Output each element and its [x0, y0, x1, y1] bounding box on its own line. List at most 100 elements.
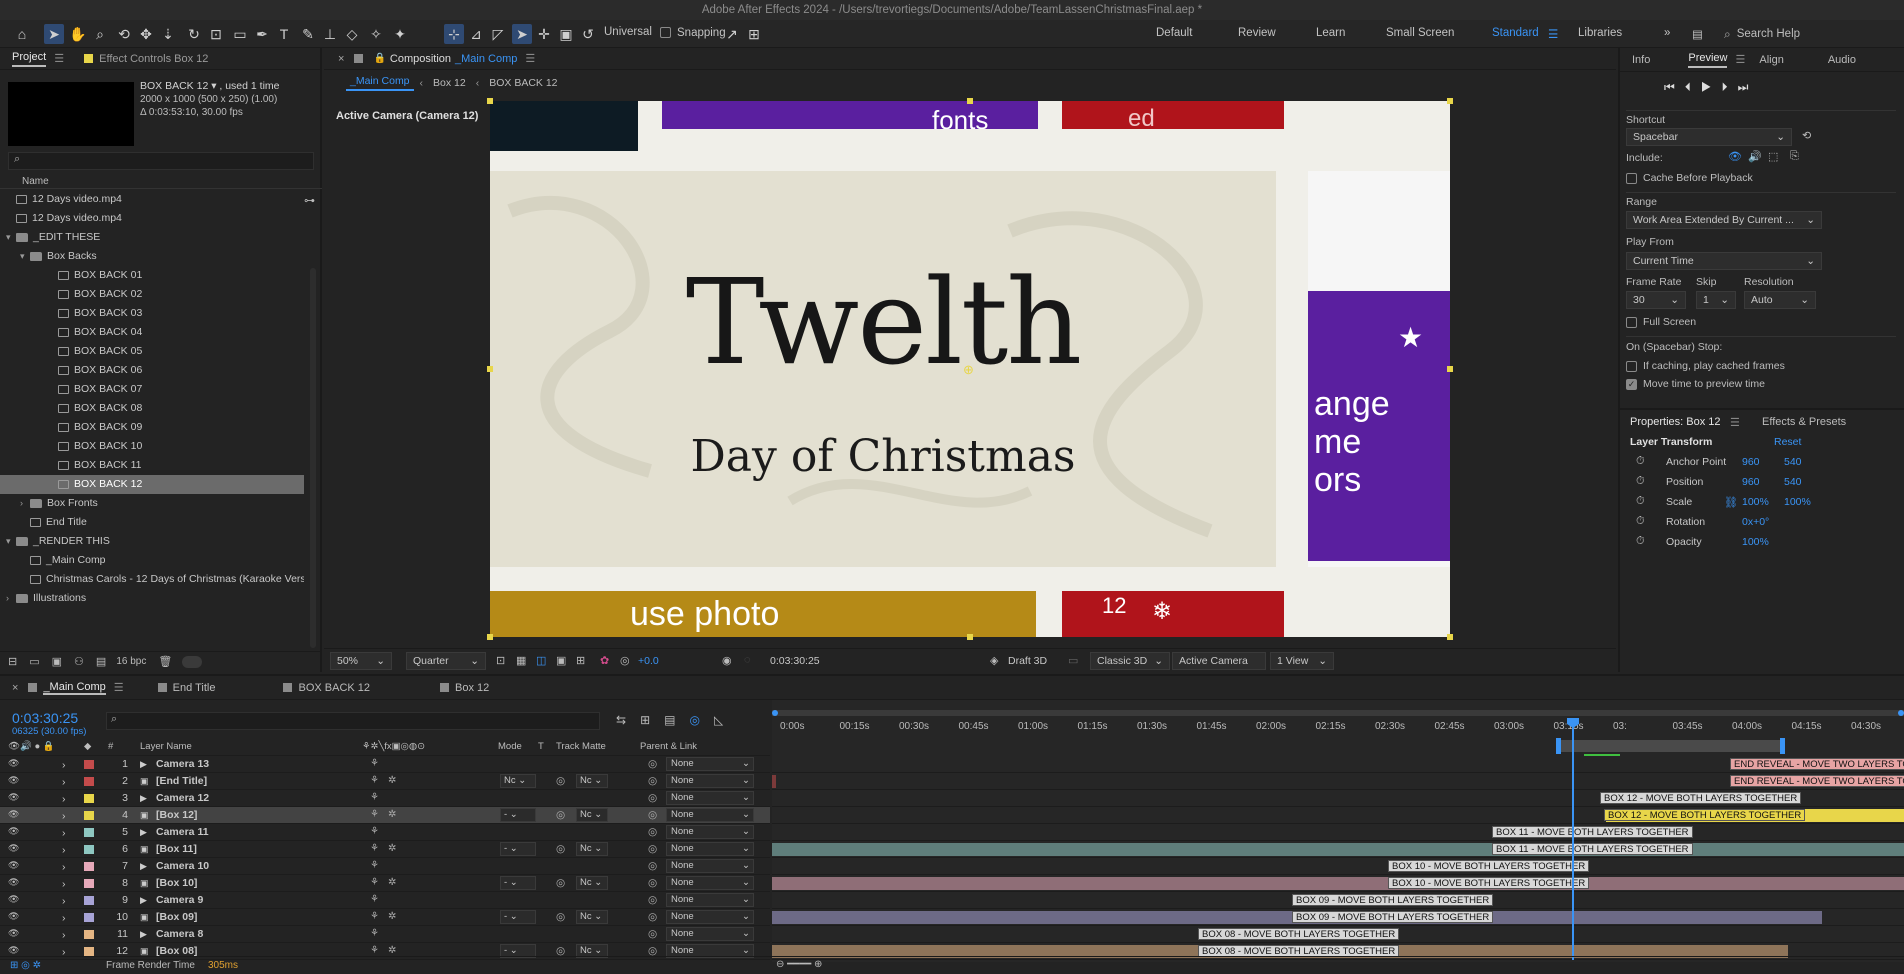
zoom-dropdown[interactable]: 50% ⌄	[330, 652, 392, 670]
render-time-toggle-icon[interactable]: ⊞ ◎ ✲	[10, 960, 41, 971]
workspace-small-screen[interactable]: Small Screen	[1386, 27, 1454, 39]
track-matte-dropdown[interactable]: Nc ⌄	[576, 842, 608, 856]
parent-pickwhip-icon[interactable]: ◎	[648, 809, 657, 821]
tab-effect-controls[interactable]: Effect Controls Box 12	[99, 53, 208, 65]
shy-switch-icon[interactable]: ⚘	[370, 758, 379, 769]
handle-icon[interactable]	[1447, 366, 1453, 372]
project-item[interactable]: BOX BACK 08	[0, 399, 304, 418]
project-item[interactable]: ▾ _RENDER THIS	[0, 532, 304, 551]
layer-name[interactable]: Camera 11	[156, 826, 209, 838]
puppet-pin-icon[interactable]: ✦	[390, 24, 410, 44]
parent-pickwhip-icon[interactable]: ◎	[648, 894, 657, 906]
frame-blending-icon[interactable]: ▤	[664, 713, 689, 727]
layer-row[interactable]: 👁 › 10 ▣ [Box 09] ⚘ ✲ - ⌄ ◎ Nc ⌄ ◎ None ⌄	[0, 909, 770, 926]
shy-switch-icon[interactable]: ⚘	[370, 826, 379, 837]
layer-name[interactable]: Camera 12	[156, 792, 209, 804]
snapshot-icon[interactable]: ◉	[722, 654, 732, 667]
work-area-end[interactable]	[1780, 738, 1785, 754]
track-matte-pickwhip-icon[interactable]: ◎	[556, 775, 565, 787]
parent-dropdown[interactable]: None ⌄	[666, 825, 754, 839]
renderer-dropdown[interactable]: Classic 3D ⌄	[1090, 652, 1170, 670]
next-frame-icon[interactable]: ⏵	[1722, 80, 1738, 94]
close-icon[interactable]: ×	[12, 682, 18, 694]
visibility-icon[interactable]: 👁	[8, 826, 19, 837]
track-matte-dropdown[interactable]: Nc ⌄	[576, 774, 608, 788]
project-item[interactable]: BOX BACK 02	[0, 285, 304, 304]
chevron-right-icon[interactable]: ›	[62, 929, 72, 941]
mode-dropdown[interactable]: - ⌄	[500, 808, 536, 822]
workspace-learn[interactable]: Learn	[1316, 27, 1345, 39]
stopwatch-icon[interactable]: ⏱	[1636, 475, 1645, 488]
adjust-project-icon[interactable]: ▤	[96, 655, 106, 668]
label-color-chip[interactable]	[84, 862, 94, 871]
breadcrumb-box-back-12[interactable]: BOX BACK 12	[489, 77, 557, 89]
chevron-right-icon[interactable]: ›	[62, 895, 72, 907]
visibility-icon[interactable]: 👁	[8, 758, 19, 769]
project-item[interactable]: _Main Comp	[0, 551, 304, 570]
tab-audio[interactable]: Audio	[1828, 54, 1856, 66]
layer-name[interactable]: [Box 10]	[156, 877, 197, 889]
project-item[interactable]: BOX BACK 09	[0, 418, 304, 437]
orbit-tool-icon[interactable]: ⟲	[114, 24, 134, 44]
bit-depth-button[interactable]: 16 bpc	[116, 656, 146, 667]
shy-switch-icon[interactable]: ⚘	[370, 792, 379, 803]
mode-dropdown[interactable]: - ⌄	[500, 876, 536, 890]
property-value-2[interactable]: 100%	[1784, 496, 1811, 508]
parent-dropdown[interactable]: None ⌄	[666, 808, 754, 822]
shy-switch-icon[interactable]: ⚘	[370, 843, 379, 854]
stopwatch-icon[interactable]: ⏱	[1636, 515, 1645, 528]
workspace-libraries[interactable]: Libraries	[1578, 27, 1622, 39]
time-navigator[interactable]	[772, 710, 1904, 716]
pan-behind-tool-icon[interactable]: ⊡	[206, 24, 226, 44]
visibility-icon[interactable]: 👁	[8, 860, 19, 871]
collapse-switch-icon[interactable]: ✲	[388, 809, 396, 820]
parent-dropdown[interactable]: None ⌄	[666, 859, 754, 873]
shortcut-dropdown[interactable]: Spacebar ⌄	[1626, 128, 1792, 146]
chevron-right-icon[interactable]: ›	[62, 912, 72, 924]
search-help-field[interactable]: ⌕ Search Help	[1724, 24, 1900, 44]
track-matte-pickwhip-icon[interactable]: ◎	[556, 877, 565, 889]
anchor-point-icon[interactable]: ⊕	[963, 362, 974, 378]
brush-tool-icon[interactable]: ✎	[298, 24, 318, 44]
layer-row[interactable]: 👁 › 7 ▶ Camera 10 ⚘ ◎ None ⌄	[0, 858, 770, 875]
layer-bar[interactable]	[772, 843, 1904, 856]
parent-dropdown[interactable]: None ⌄	[666, 927, 754, 941]
project-item[interactable]: BOX BACK 11	[0, 456, 304, 475]
framerate-dropdown[interactable]: 30 ⌄	[1626, 291, 1686, 309]
world-axis-icon[interactable]: ⊿	[466, 24, 486, 44]
rectangle-tool-icon[interactable]: ▭	[230, 24, 250, 44]
project-item[interactable]: › Illustrations	[0, 589, 304, 608]
collapse-switch-icon[interactable]: ✲	[388, 843, 396, 854]
twirl-icon[interactable]: ▾	[6, 228, 16, 247]
zoom-out-icon[interactable]: ⊖ ━━━━ ⊕	[776, 959, 822, 970]
view-layout-dropdown[interactable]: 1 View ⌄	[1270, 652, 1334, 670]
close-icon[interactable]: ×	[338, 53, 344, 65]
twirl-icon[interactable]: ▾	[20, 247, 30, 266]
tab-info[interactable]: Info	[1632, 54, 1650, 66]
exposure-value[interactable]: +0.0	[638, 655, 659, 667]
pan-tool-icon[interactable]: ✥	[136, 24, 156, 44]
shy-switch-icon[interactable]: ⚘	[370, 809, 379, 820]
eraser-tool-icon[interactable]: ◇	[342, 24, 362, 44]
panel-menu-icon[interactable]: ☰	[54, 52, 64, 65]
view-axis-icon[interactable]: ◸	[488, 24, 508, 44]
project-item[interactable]: BOX BACK 06	[0, 361, 304, 380]
collapse-switch-icon[interactable]: ✲	[388, 911, 396, 922]
layer-marker[interactable]: BOX 12 - MOVE BOTH LAYERS TOGETHER	[1604, 809, 1806, 821]
chevron-right-icon[interactable]: ›	[62, 810, 72, 822]
new-folder-icon[interactable]: ▭	[29, 655, 39, 668]
comp-flowchart-icon[interactable]: ⇆	[616, 713, 640, 727]
tab-properties[interactable]: Properties: Box 12	[1630, 416, 1721, 428]
label-color-chip[interactable]	[84, 947, 94, 956]
layer-row[interactable]: 👁 › 5 ▶ Camera 11 ⚘ ◎ None ⌄	[0, 824, 770, 841]
label-color-chip[interactable]	[84, 913, 94, 922]
new-comp-icon[interactable]: ▣	[52, 655, 62, 668]
layer-row[interactable]: 👁 › 4 ▣ [Box 12] ⚘ ✲ - ⌄ ◎ Nc ⌄ ◎ None ⌄	[0, 807, 770, 824]
layer-marker[interactable]: END REVEAL - MOVE TWO LAYERS TOGETHE	[1730, 758, 1904, 770]
chevron-right-icon[interactable]: ›	[62, 861, 72, 873]
layer-name[interactable]: Camera 13	[156, 758, 209, 770]
layer-name[interactable]: [End Title]	[156, 775, 207, 787]
layer-marker[interactable]: BOX 11 - MOVE BOTH LAYERS TOGETHER	[1492, 826, 1693, 838]
project-item[interactable]: BOX BACK 12	[0, 475, 304, 494]
layer-row[interactable]: 👁 › 6 ▣ [Box 11] ⚘ ✲ - ⌄ ◎ Nc ⌄ ◎ None ⌄	[0, 841, 770, 858]
